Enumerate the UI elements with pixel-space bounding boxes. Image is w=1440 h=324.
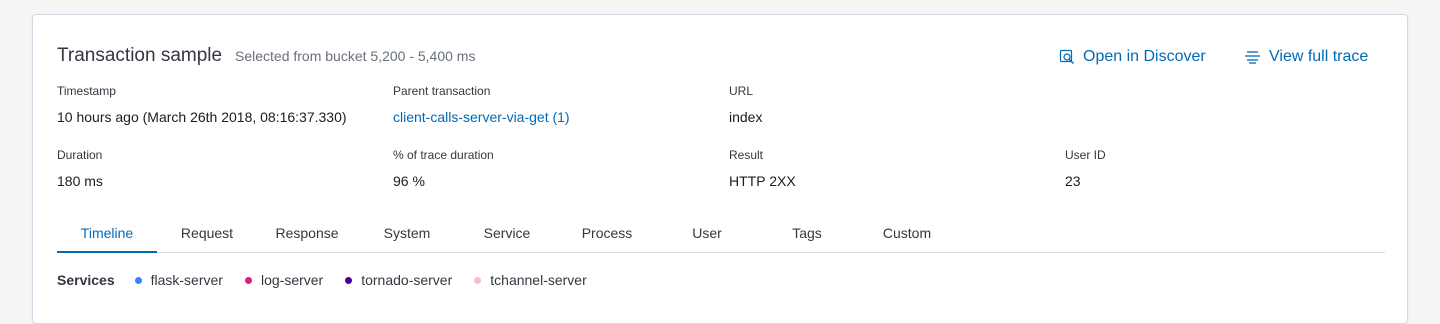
- result-label: Result: [729, 148, 764, 162]
- tab-timeline[interactable]: Timeline: [57, 215, 157, 253]
- tab-user[interactable]: User: [657, 215, 757, 253]
- tab-response[interactable]: Response: [257, 215, 357, 253]
- panel-title: Transaction sample: [57, 45, 223, 66]
- services-label: Services: [57, 272, 115, 288]
- timestamp-value: 10 hours ago (March 26th 2018, 08:16:37.…: [57, 109, 347, 125]
- duration-field: Duration 180 ms: [57, 148, 103, 189]
- timestamp-label: Timestamp: [57, 84, 116, 98]
- duration-label: Duration: [57, 148, 103, 162]
- service-name: tchannel-server: [490, 272, 587, 288]
- transaction-sample-panel: Transaction sample Selected from bucket …: [32, 14, 1408, 324]
- user-id-value: 23: [1065, 173, 1081, 189]
- user-id-field: User ID 23: [1065, 148, 1106, 189]
- view-full-trace-button[interactable]: View full trace: [1244, 48, 1368, 66]
- service-legend-item[interactable]: tornado-server: [345, 272, 452, 288]
- service-color-dot: [345, 276, 353, 284]
- url-field: URL index: [729, 84, 762, 125]
- services-legend: Services flask-server log-server tornado…: [57, 272, 609, 288]
- service-legend-item[interactable]: log-server: [244, 272, 324, 288]
- service-legend-item[interactable]: tchannel-server: [474, 272, 587, 288]
- url-label: URL: [729, 84, 754, 98]
- service-color-dot: [244, 276, 252, 284]
- tab-request[interactable]: Request: [157, 215, 257, 253]
- timestamp-field: Timestamp 10 hours ago (March 26th 2018,…: [57, 84, 347, 125]
- service-legend-item[interactable]: flask-server: [134, 272, 223, 288]
- tab-process[interactable]: Process: [557, 215, 657, 253]
- service-name: tornado-server: [361, 272, 453, 288]
- bucket-subtitle: Selected from bucket 5,200 - 5,400 ms: [235, 48, 476, 64]
- service-name: log-server: [260, 272, 324, 288]
- tab-system[interactable]: System: [357, 215, 457, 253]
- view-full-trace-label: View full trace: [1269, 48, 1369, 65]
- trace-icon: [1245, 51, 1260, 64]
- url-value: index: [729, 109, 763, 125]
- result-value: HTTP 2XX: [729, 173, 796, 189]
- parent-transaction-field: Parent transaction client-calls-server-v…: [393, 84, 570, 125]
- parent-transaction-link[interactable]: client-calls-server-via-get (1): [393, 109, 570, 125]
- trace-duration-field: % of trace duration 96 %: [393, 148, 494, 189]
- service-color-dot: [134, 276, 142, 284]
- open-in-discover-label: Open in Discover: [1083, 48, 1206, 65]
- service-name: flask-server: [150, 272, 223, 288]
- discover-icon: [1059, 49, 1074, 64]
- detail-tabs: Timeline Request Response System Service…: [57, 215, 1385, 253]
- tab-service[interactable]: Service: [457, 215, 557, 253]
- service-color-dot: [474, 276, 482, 284]
- duration-value: 180 ms: [57, 173, 103, 189]
- result-field: Result HTTP 2XX: [729, 148, 796, 189]
- open-in-discover-button[interactable]: Open in Discover: [1059, 48, 1206, 66]
- user-id-label: User ID: [1065, 148, 1106, 162]
- parent-transaction-label: Parent transaction: [393, 84, 491, 98]
- tab-custom[interactable]: Custom: [857, 215, 957, 253]
- trace-duration-label: % of trace duration: [393, 148, 494, 162]
- tab-tags[interactable]: Tags: [757, 215, 857, 253]
- trace-duration-value: 96 %: [393, 173, 425, 189]
